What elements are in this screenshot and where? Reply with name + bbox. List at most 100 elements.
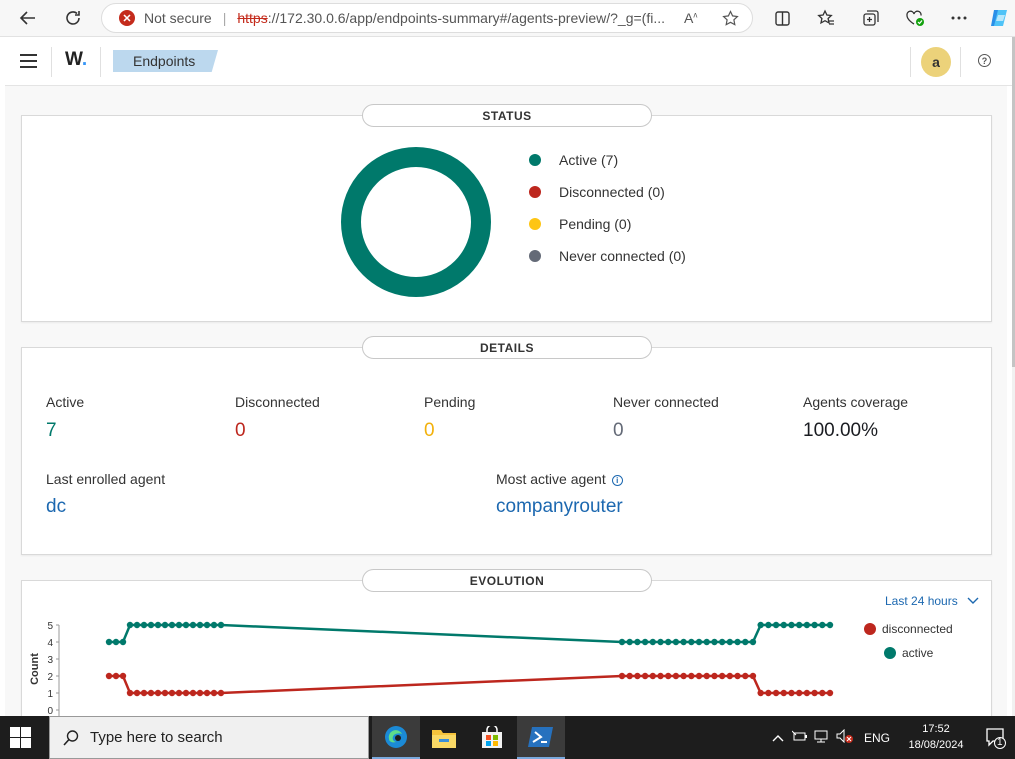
data-point-active[interactable]	[788, 621, 795, 629]
data-point-disconnected[interactable]	[217, 689, 225, 697]
data-point-active[interactable]	[672, 638, 680, 646]
legend-active[interactable]: Active (7)	[529, 152, 618, 168]
data-point-disconnected[interactable]	[788, 689, 795, 697]
legend-never-connected[interactable]: Never connected (0)	[529, 248, 686, 264]
data-point-active[interactable]	[803, 621, 811, 629]
data-point-disconnected[interactable]	[726, 672, 734, 680]
data-point-disconnected[interactable]	[757, 689, 764, 697]
data-point-disconnected[interactable]	[154, 689, 162, 697]
data-point-active[interactable]	[811, 621, 818, 629]
data-point-disconnected[interactable]	[657, 672, 664, 680]
user-avatar[interactable]: a	[921, 47, 951, 77]
data-point-disconnected[interactable]	[210, 689, 218, 697]
data-point-disconnected[interactable]	[641, 672, 649, 680]
data-point-active[interactable]	[826, 621, 834, 629]
data-point-active[interactable]	[618, 638, 626, 646]
edge-app-icon[interactable]	[372, 716, 420, 759]
favorites-icon[interactable]	[811, 4, 841, 32]
file-explorer-icon[interactable]	[420, 716, 468, 759]
data-point-disconnected[interactable]	[140, 689, 148, 697]
data-point-active[interactable]	[217, 621, 225, 629]
data-point-active[interactable]	[182, 621, 190, 629]
data-point-active[interactable]	[196, 621, 204, 629]
wazuh-logo[interactable]: W.	[65, 49, 87, 71]
data-point-active[interactable]	[126, 621, 134, 629]
back-icon[interactable]	[13, 4, 43, 32]
data-point-active[interactable]	[119, 638, 127, 646]
data-point-active[interactable]	[819, 621, 826, 629]
data-point-active[interactable]	[112, 638, 120, 646]
data-point-disconnected[interactable]	[203, 689, 211, 697]
data-point-disconnected[interactable]	[189, 689, 197, 697]
last-enrolled-link[interactable]: dc	[46, 496, 66, 518]
data-point-active[interactable]	[703, 638, 710, 646]
data-point-disconnected[interactable]	[772, 689, 780, 697]
data-point-active[interactable]	[695, 638, 703, 646]
favorite-star-icon[interactable]	[722, 10, 739, 30]
data-point-disconnected[interactable]	[765, 689, 772, 697]
microsoft-store-icon[interactable]	[468, 716, 516, 759]
data-point-disconnected[interactable]	[749, 672, 757, 680]
data-point-active[interactable]	[795, 621, 803, 629]
data-point-disconnected[interactable]	[826, 689, 834, 697]
info-icon[interactable]: i	[611, 475, 623, 486]
data-point-disconnected[interactable]	[147, 689, 155, 697]
data-point-disconnected[interactable]	[680, 672, 687, 680]
data-point-disconnected[interactable]	[161, 689, 169, 697]
tray-overflow-icon[interactable]	[772, 731, 784, 745]
data-point-disconnected[interactable]	[133, 689, 141, 697]
taskbar-search[interactable]: Type here to search	[49, 716, 369, 759]
data-point-disconnected[interactable]	[649, 672, 657, 680]
breadcrumb-endpoints[interactable]: Endpoints	[113, 50, 218, 72]
powershell-icon[interactable]	[517, 716, 565, 759]
legend-pending[interactable]: Pending (0)	[529, 216, 631, 232]
data-point-disconnected[interactable]	[780, 689, 787, 697]
data-point-active[interactable]	[780, 621, 787, 629]
data-point-disconnected[interactable]	[105, 672, 113, 680]
read-aloud-icon[interactable]: Aʌ	[684, 10, 697, 26]
data-point-disconnected[interactable]	[665, 672, 672, 680]
data-point-disconnected[interactable]	[711, 672, 718, 680]
battery-icon[interactable]	[791, 730, 808, 745]
donut-active-segment[interactable]	[341, 147, 491, 297]
windows-start-icon[interactable]	[10, 727, 31, 748]
data-point-disconnected[interactable]	[626, 672, 633, 680]
browser-essentials-icon[interactable]	[900, 4, 930, 32]
data-point-active[interactable]	[772, 621, 780, 629]
taskbar-clock[interactable]: 17:52 18/08/2024	[905, 721, 967, 753]
data-point-active[interactable]	[665, 638, 672, 646]
data-point-disconnected[interactable]	[112, 672, 120, 680]
data-point-active[interactable]	[680, 638, 687, 646]
data-point-disconnected[interactable]	[175, 689, 183, 697]
language-indicator[interactable]: ENG	[864, 731, 890, 745]
data-point-disconnected[interactable]	[182, 689, 190, 697]
more-options-icon[interactable]	[944, 4, 974, 32]
data-point-disconnected[interactable]	[618, 672, 626, 680]
data-point-disconnected[interactable]	[734, 672, 741, 680]
data-point-active[interactable]	[133, 621, 141, 629]
data-point-disconnected[interactable]	[672, 672, 680, 680]
data-point-active[interactable]	[657, 638, 664, 646]
data-point-disconnected[interactable]	[718, 672, 726, 680]
data-point-active[interactable]	[688, 638, 695, 646]
data-point-active[interactable]	[203, 621, 211, 629]
data-point-disconnected[interactable]	[168, 689, 176, 697]
refresh-icon[interactable]	[58, 4, 88, 32]
data-point-active[interactable]	[749, 638, 757, 646]
split-screen-icon[interactable]	[767, 4, 797, 32]
data-point-active[interactable]	[140, 621, 148, 629]
data-point-disconnected[interactable]	[196, 689, 204, 697]
data-point-disconnected[interactable]	[695, 672, 703, 680]
stat-disconnected-value[interactable]: 0	[235, 420, 246, 442]
data-point-active[interactable]	[641, 638, 649, 646]
data-point-active[interactable]	[626, 638, 633, 646]
data-point-active[interactable]	[154, 621, 162, 629]
data-point-active[interactable]	[765, 621, 772, 629]
data-point-active[interactable]	[634, 638, 641, 646]
data-point-active[interactable]	[210, 621, 218, 629]
data-point-disconnected[interactable]	[703, 672, 710, 680]
data-point-disconnected[interactable]	[803, 689, 811, 697]
data-point-disconnected[interactable]	[126, 689, 134, 697]
data-point-active[interactable]	[168, 621, 176, 629]
data-point-disconnected[interactable]	[795, 689, 803, 697]
